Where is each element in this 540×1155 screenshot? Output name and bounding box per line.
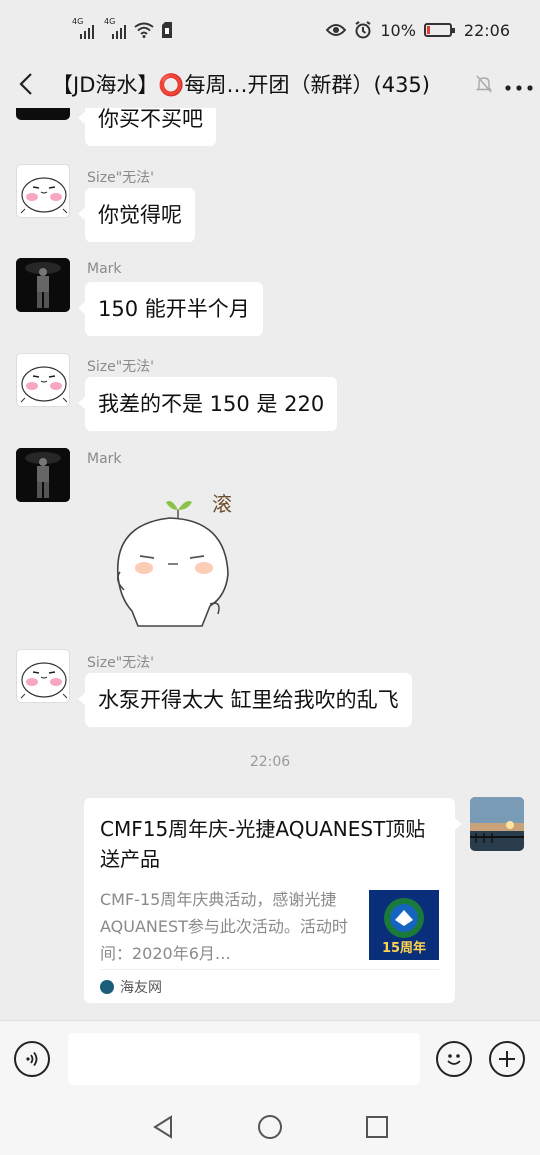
- chat-header: 【JD海水】⭕每周…开团（新群）(435): [0, 60, 540, 108]
- link-card-description: CMF-15周年庆典活动，感谢光捷AQUANEST参与此次活动。活动时间：202…: [100, 890, 348, 963]
- thumbnail-caption: 15周年: [381, 941, 427, 956]
- avatar[interactable]: [16, 164, 70, 218]
- battery-icon: [423, 23, 455, 37]
- link-card-title: CMF15周年庆-光捷AQUANEST顶贴送产品: [100, 817, 426, 871]
- chevron-left-icon: [19, 73, 32, 95]
- chat-title: 【JD海水】⭕每周…开团（新群）(435): [52, 73, 430, 97]
- avatar[interactable]: [16, 353, 70, 407]
- basketball-player-avatar-icon: [16, 448, 70, 502]
- message-bubble[interactable]: 150 能开半个月: [78, 282, 263, 336]
- avatar[interactable]: [16, 108, 70, 120]
- wifi-icon: [134, 22, 154, 38]
- signal-icon: 4G: [72, 17, 94, 39]
- pig-avatar-icon: [20, 662, 68, 699]
- battery-percent: 10%: [380, 20, 416, 40]
- pig-avatar-icon: [20, 177, 68, 214]
- status-right: 10% 22:06: [326, 21, 510, 40]
- nav-home-button[interactable]: [250, 1107, 290, 1147]
- plus-icon: [499, 1051, 515, 1067]
- status-bar: 4G 4G 10% 22:06: [0, 0, 540, 60]
- sticker[interactable]: 滚: [100, 476, 250, 636]
- sender-name: Size"无法': [87, 359, 155, 375]
- my-avatar[interactable]: [470, 797, 524, 851]
- link-card-source: 海友网: [100, 969, 439, 1003]
- status-left: 4G 4G: [72, 17, 172, 39]
- system-nav-bar: [0, 1098, 540, 1155]
- signal-icon-2: 4G: [104, 17, 126, 39]
- avatar[interactable]: [16, 448, 70, 502]
- link-card-body: CMF-15周年庆典活动，感谢光捷AQUANEST参与此次活动。活动时间：202…: [100, 886, 439, 967]
- more-functions-button[interactable]: [489, 1041, 525, 1077]
- link-card[interactable]: CMF15周年庆-光捷AQUANEST顶贴送产品 CMF-15周年庆典活动，感谢…: [84, 798, 462, 1003]
- square-recents-icon: [365, 1115, 388, 1138]
- sender-name: Mark: [87, 261, 122, 277]
- message-bubble[interactable]: 你买不买吧: [78, 108, 216, 146]
- mute-bell-icon: [476, 75, 492, 93]
- circle-home-icon: [257, 1114, 282, 1139]
- pig-avatar-icon: [20, 366, 68, 403]
- sim-icon: [162, 22, 172, 38]
- source-logo-icon: [100, 979, 114, 994]
- nav-back-button[interactable]: [143, 1107, 183, 1147]
- link-card-thumbnail: 15周年: [369, 890, 439, 960]
- timestamp: 22:06: [249, 754, 291, 770]
- avatar[interactable]: [16, 258, 70, 312]
- more-options-button[interactable]: [498, 72, 540, 97]
- nav-recents-button[interactable]: [357, 1107, 397, 1147]
- sender-name: Size"无法': [87, 655, 155, 671]
- voice-icon: [26, 1051, 38, 1067]
- message-bubble[interactable]: 我差的不是 150 是 220: [77, 377, 338, 431]
- basketball-player-avatar-icon: [16, 258, 70, 312]
- avatar[interactable]: [16, 649, 70, 703]
- eye-icon: [326, 24, 347, 36]
- sender-name: Size"无法': [87, 170, 155, 186]
- sunset-avatar-icon: [470, 797, 524, 851]
- sticker-caption: 滚: [212, 492, 232, 516]
- alarm-icon: [355, 21, 371, 39]
- network-tag: 4G: [72, 17, 84, 26]
- input-bar: [0, 1020, 540, 1098]
- back-button[interactable]: [0, 60, 52, 108]
- message-bubble[interactable]: 你觉得呢: [78, 188, 195, 242]
- voice-button[interactable]: [14, 1041, 50, 1077]
- network-tag-2: 4G: [104, 17, 116, 26]
- more-icon: [505, 84, 533, 91]
- message-list[interactable]: 你买不买吧 Size"无法' 你觉得呢 Mark 150 能开半个月 Size"…: [0, 108, 540, 1020]
- source-name: 海友网: [120, 979, 162, 996]
- clock: 22:06: [463, 20, 510, 40]
- message-input[interactable]: [68, 1033, 420, 1085]
- triangle-back-icon: [153, 1114, 173, 1139]
- emoji-button[interactable]: [436, 1041, 472, 1077]
- message-bubble[interactable]: 水泵开得太大 缸里给我吹的乱飞: [78, 673, 412, 727]
- emoji-icon: [447, 1054, 461, 1065]
- sender-name: Mark: [87, 451, 122, 467]
